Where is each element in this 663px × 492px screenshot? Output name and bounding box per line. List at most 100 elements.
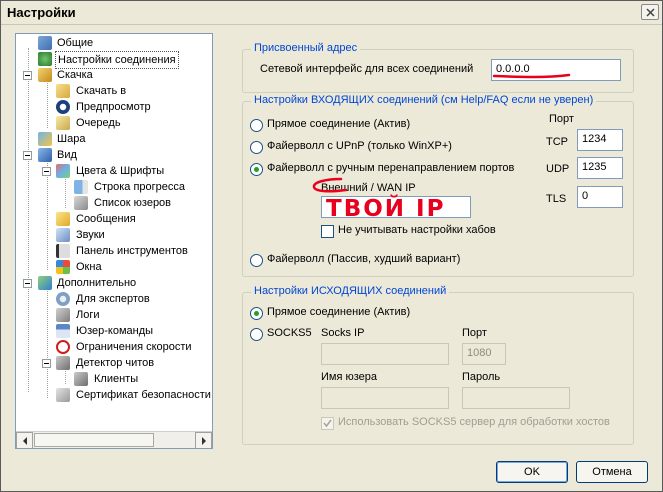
username-input[interactable] (321, 387, 449, 409)
socks-port-input[interactable]: 1080 (462, 343, 506, 365)
general-icon (38, 36, 52, 50)
tree-item-download[interactable]: Скачка (16, 67, 212, 83)
network-interface-input[interactable]: 0.0.0.0 (491, 59, 621, 81)
tree-item-queue[interactable]: Очередь (16, 115, 212, 131)
windows-icon (56, 260, 70, 274)
tcp-label: TCP (546, 136, 568, 148)
ok-button[interactable]: OK (496, 461, 568, 483)
ignore-hubs-checkbox[interactable] (321, 225, 334, 238)
radio-passive[interactable] (250, 254, 263, 267)
socks-port-label: Порт (462, 327, 487, 339)
preview-icon (56, 100, 70, 114)
collapse-icon[interactable] (42, 359, 51, 368)
tree-item-progress-bar[interactable]: Строка прогресса (16, 179, 212, 195)
tree-item-clients[interactable]: Клиенты (16, 371, 212, 387)
socks-ip-input[interactable] (321, 343, 449, 365)
group-title: Настройки ИСХОДЯЩИХ соединений (251, 285, 450, 297)
tree-item-windows[interactable]: Окна (16, 259, 212, 275)
tree-item-security-certificate[interactable]: Сертификат безопасности (16, 387, 212, 403)
scroll-right-button[interactable] (195, 432, 212, 448)
palette-icon (56, 164, 70, 178)
username-label: Имя юзера (321, 371, 378, 383)
settings-window: Настройки Общие Настройки соединения Ска… (0, 0, 663, 492)
passive-label: Файерволл (Пассив, худший вариант) (267, 253, 461, 265)
tree-item-download-to[interactable]: Скачать в (16, 83, 212, 99)
incoming-connections-group: Настройки ВХОДЯЩИХ соединений (см Help/F… (242, 94, 634, 277)
tree-item-cheat-detector[interactable]: Детектор читов (16, 355, 212, 371)
tree-item-preview[interactable]: Предпросмотр (16, 99, 212, 115)
password-input[interactable] (462, 387, 570, 409)
wan-ip-label: Внешний / WAN IP (321, 182, 416, 194)
cancel-button[interactable]: Отмена (576, 461, 648, 483)
collapse-icon[interactable] (23, 279, 32, 288)
tcp-port-input[interactable]: 1234 (577, 129, 623, 151)
radio-socks5[interactable] (250, 328, 263, 341)
download-icon (38, 68, 52, 82)
collapse-icon[interactable] (23, 151, 32, 160)
check-icon (323, 419, 332, 428)
manual-port-forward-label: Файерволл с ручным перенаправлением порт… (267, 162, 515, 174)
tls-port-input[interactable]: 0 (577, 186, 623, 208)
radio-direct-outgoing[interactable] (250, 307, 263, 320)
logs-icon (56, 308, 70, 322)
collapse-icon[interactable] (23, 71, 32, 80)
tree-item-experts[interactable]: Для экспертов (16, 291, 212, 307)
tree-horizontal-scrollbar[interactable] (16, 431, 212, 448)
globe-icon (38, 52, 52, 66)
arrow-right-icon (202, 437, 206, 445)
radio-direct-incoming[interactable] (250, 119, 263, 132)
scroll-thumb[interactable] (34, 433, 154, 447)
close-icon (646, 8, 655, 17)
tree-item-messages[interactable]: Сообщения (16, 211, 212, 227)
upnp-label: Файерволл с UPnP (только WinXP+) (267, 140, 452, 152)
tree-item-colors-fonts[interactable]: Цвета & Шрифты (16, 163, 212, 179)
arrow-left-icon (23, 437, 27, 445)
tree-item-share[interactable]: Шара (16, 131, 212, 147)
toolbar-icon (56, 244, 70, 258)
advanced-icon (38, 276, 52, 290)
group-title: Настройки ВХОДЯЩИХ соединений (см Help/F… (251, 94, 597, 106)
radio-upnp[interactable] (250, 141, 263, 154)
close-button[interactable] (641, 4, 659, 20)
folder-download-icon (56, 84, 70, 98)
direct-incoming-label: Прямое соединение (Актив) (267, 118, 411, 130)
view-icon (38, 148, 52, 162)
radio-manual-port-forward[interactable] (250, 163, 263, 176)
udp-label: UDP (546, 163, 570, 175)
speed-limit-icon (56, 340, 70, 354)
udp-port-input[interactable]: 1235 (577, 157, 623, 179)
tree-item-toolbar[interactable]: Панель инструментов (16, 243, 212, 259)
lock-icon (56, 356, 70, 370)
assigned-address-group: Присвоенный адрес Сетевой интерфейс для … (242, 42, 634, 93)
socks-ip-label: Socks IP (321, 327, 365, 339)
clients-icon (74, 372, 88, 386)
password-label: Пароль (462, 371, 501, 383)
tree-item-user-list[interactable]: Список юзеров (16, 195, 212, 211)
command-icon (56, 324, 70, 338)
ignore-hubs-label: Не учитывать настройки хабов (338, 224, 496, 236)
tree-item-advanced[interactable]: Дополнительно (16, 275, 212, 291)
title-bar: Настройки (1, 1, 662, 25)
gear-icon (56, 292, 70, 306)
wan-ip-input[interactable] (321, 196, 471, 218)
tree-item-user-commands[interactable]: Юзер-команды (16, 323, 212, 339)
tree-item-view[interactable]: Вид (16, 147, 212, 163)
user-list-icon (74, 196, 88, 210)
network-interface-label: Сетевой интерфейс для всех соединений (260, 63, 474, 75)
collapse-icon[interactable] (42, 167, 51, 176)
tree-item-sounds[interactable]: Звуки (16, 227, 212, 243)
use-socks-label: Использовать SOCKS5 сервер для обработки… (338, 416, 610, 428)
queue-icon (56, 116, 70, 130)
use-socks-checkbox[interactable] (321, 417, 334, 430)
tree-item-logs[interactable]: Логи (16, 307, 212, 323)
messages-icon (56, 212, 70, 226)
window-title: Настройки (7, 5, 76, 20)
direct-outgoing-label: Прямое соединение (Актив) (267, 306, 411, 318)
tree-item-speed-limits[interactable]: Ограничения скорости (16, 339, 212, 355)
tree-item-connection-settings[interactable]: Настройки соединения (16, 51, 212, 69)
tree-item-general[interactable]: Общие (16, 35, 212, 51)
tls-label: TLS (546, 193, 567, 205)
scroll-left-button[interactable] (16, 432, 33, 448)
settings-tree[interactable]: Общие Настройки соединения Скачка Скачат… (15, 33, 213, 449)
share-icon (38, 132, 52, 146)
